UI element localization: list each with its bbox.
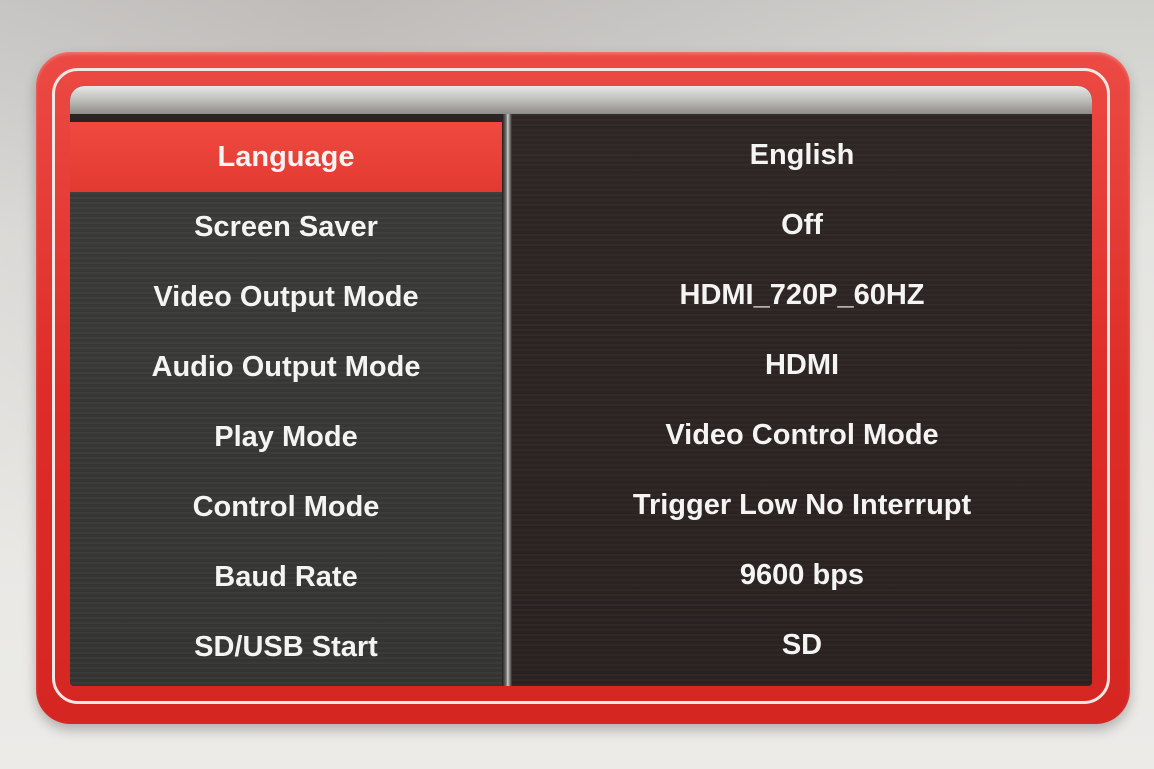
setting-value-control-mode[interactable]: Trigger Low No Interrupt <box>512 470 1092 540</box>
setting-label-baud-rate[interactable]: Baud Rate <box>70 542 502 612</box>
setting-label-video-output-mode[interactable]: Video Output Mode <box>70 262 502 332</box>
setting-value-language[interactable]: English <box>512 120 1092 190</box>
setting-label-audio-output-mode[interactable]: Audio Output Mode <box>70 332 502 402</box>
setting-value-screen-saver[interactable]: Off <box>512 190 1092 260</box>
menu-title-bar <box>70 86 1092 114</box>
setting-label-sd-usb-start[interactable]: SD/USB Start <box>70 612 502 682</box>
setting-value-audio-output-mode[interactable]: HDMI <box>512 330 1092 400</box>
settings-menu-panel: Language Screen Saver Video Output Mode … <box>70 86 1092 686</box>
setting-value-video-output-mode[interactable]: HDMI_720P_60HZ <box>512 260 1092 330</box>
setting-value-baud-rate[interactable]: 9600 bps <box>512 540 1092 610</box>
setting-label-control-mode[interactable]: Control Mode <box>70 472 502 542</box>
column-divider <box>502 114 512 686</box>
setting-value-sd-usb-start[interactable]: SD <box>512 610 1092 680</box>
setting-label-play-mode[interactable]: Play Mode <box>70 402 502 472</box>
setting-label-language[interactable]: Language <box>70 122 502 192</box>
setting-label-screen-saver[interactable]: Screen Saver <box>70 192 502 262</box>
setting-value-play-mode[interactable]: Video Control Mode <box>512 400 1092 470</box>
